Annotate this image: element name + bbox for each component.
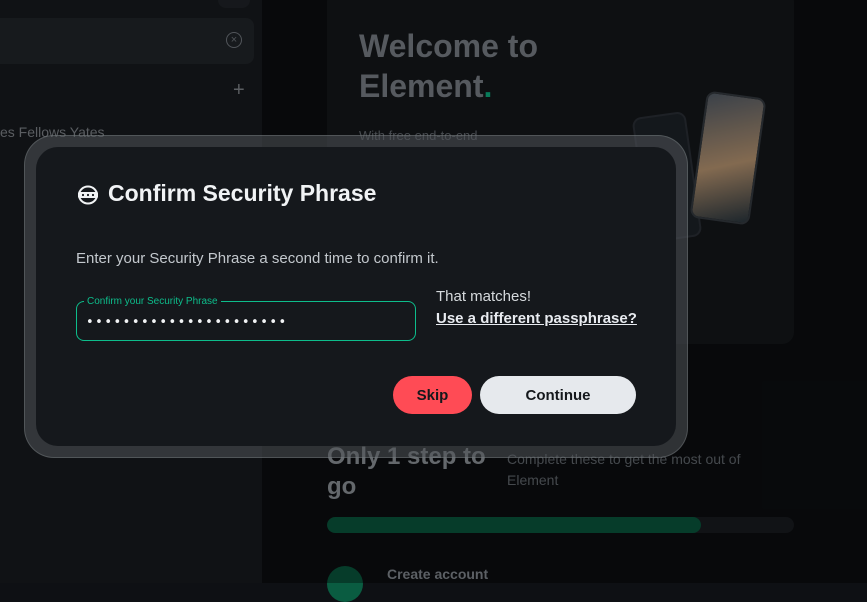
security-phrase-field-label: Confirm your Security Phrase	[84, 296, 221, 307]
match-status-text: That matches!	[436, 288, 532, 305]
secure-backup-icon	[78, 185, 98, 205]
dialog-description: Enter your Security Phrase a second time…	[76, 250, 439, 267]
use-different-passphrase-link[interactable]: Use a different passphrase?	[436, 310, 637, 327]
dialog-title: Confirm Security Phrase	[108, 180, 377, 206]
continue-button[interactable]: Continue	[480, 376, 636, 414]
skip-button[interactable]: Skip	[393, 376, 472, 414]
security-phrase-input[interactable]	[86, 311, 408, 333]
